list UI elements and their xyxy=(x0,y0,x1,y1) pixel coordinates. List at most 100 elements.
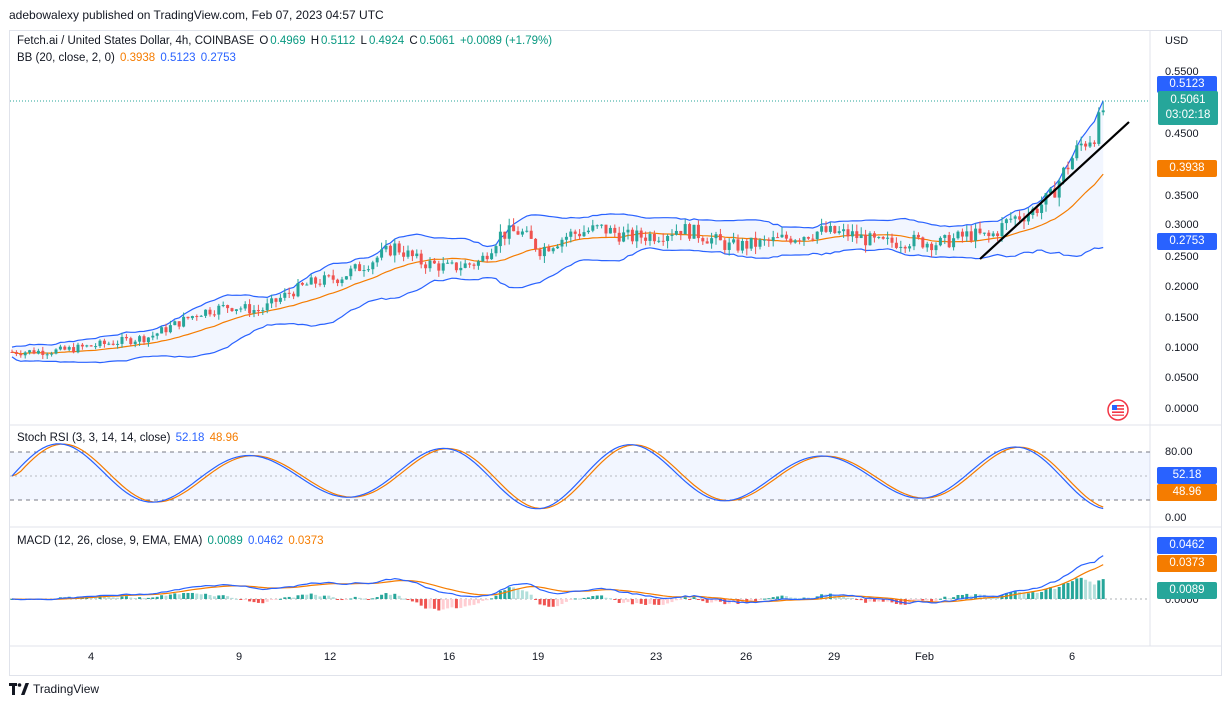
price-tick: 0.4500 xyxy=(1165,128,1199,140)
macd-hist-bar xyxy=(850,597,854,599)
price-tick: 0.2000 xyxy=(1165,281,1199,293)
macd-hist-bar xyxy=(696,599,700,600)
macd-hist-bar xyxy=(648,599,652,604)
brand-name[interactable]: TradingView xyxy=(33,682,99,696)
footer: TradingView xyxy=(9,682,99,696)
stoch-tick: 0.00 xyxy=(1165,512,1187,524)
time-tick: 16 xyxy=(443,651,456,663)
macd-hist-bar xyxy=(485,599,489,601)
macd-hist-bar xyxy=(921,599,925,601)
macd-hist-bar xyxy=(934,599,938,601)
macd-hist-bar xyxy=(124,596,128,599)
macd-hist-bar xyxy=(666,599,670,604)
macd-hist-bar xyxy=(595,595,599,599)
macd-hist-bar xyxy=(652,599,656,605)
macd-hist-bar xyxy=(305,594,309,599)
macd-hist-bar xyxy=(1075,578,1079,599)
candle xyxy=(388,244,392,257)
stoch-rsi-pane[interactable] xyxy=(10,443,1150,510)
macd-hist-bar xyxy=(1044,589,1048,599)
bb-lower-tag: 0.2753 xyxy=(1157,233,1217,250)
macd-hist-bar xyxy=(173,593,177,599)
macd-hist-bar xyxy=(160,595,164,599)
macd-hist-bar xyxy=(318,596,322,599)
macd-hist-bar xyxy=(916,599,920,600)
macd-hist-bar xyxy=(261,599,265,604)
macd-hist-bar xyxy=(657,599,661,605)
macd-hist-bar xyxy=(375,597,379,599)
time-tick: 4 xyxy=(88,651,95,663)
macd-hist-bar xyxy=(771,597,775,599)
macd-hist-bar xyxy=(138,597,142,599)
macd-hist-bar xyxy=(155,596,159,599)
currency-label[interactable]: USD xyxy=(1165,35,1188,47)
macd-hist-bar xyxy=(419,599,423,606)
macd-hist-bar xyxy=(1088,581,1092,599)
macd-hist-bar xyxy=(859,599,863,601)
macd-hist-bar xyxy=(758,599,762,600)
macd-hist-bar xyxy=(186,592,190,599)
macd-hist-bar xyxy=(226,596,230,599)
macd-hist-bar xyxy=(256,599,260,603)
macd-hist-bar xyxy=(437,599,441,611)
time-tick: 23 xyxy=(650,651,663,663)
macd-hist-bar xyxy=(683,597,687,599)
macd-hist-bar xyxy=(314,594,318,599)
macd-hist-bar xyxy=(142,598,146,600)
macd-hist-bar xyxy=(1048,587,1052,599)
macd-hist-bar xyxy=(617,599,621,603)
macd-hist-bar xyxy=(221,595,225,599)
macd-hist-bar xyxy=(762,598,766,600)
price-pane[interactable] xyxy=(10,100,1150,364)
bb-basis-tag: 0.3938 xyxy=(1157,160,1217,177)
macd-hist-bar xyxy=(199,594,203,599)
macd-hist-bar xyxy=(622,599,626,603)
us-flag-icon[interactable] xyxy=(1107,399,1129,421)
macd-hist-bar xyxy=(674,599,678,601)
macd-hist-bar xyxy=(1084,579,1088,599)
macd-pane[interactable] xyxy=(10,555,1150,611)
macd-hist-bar xyxy=(278,598,282,600)
macd-hist-bar xyxy=(331,597,335,599)
macd-hist-bar xyxy=(767,598,771,600)
macd-hist-bar xyxy=(630,599,634,605)
macd-hist-bar xyxy=(371,598,375,600)
macd-hist-bar xyxy=(604,597,608,599)
macd-hist-bar xyxy=(322,595,326,599)
macd-hist-bar xyxy=(393,593,397,599)
macd-hist-bar xyxy=(362,598,366,600)
price-tick: 0.1500 xyxy=(1165,312,1199,324)
time-tick: 12 xyxy=(324,651,337,663)
macd-hist-bar xyxy=(270,599,274,600)
macd-hist-bar xyxy=(212,596,216,599)
macd-hist-bar xyxy=(1022,593,1026,599)
macd-hist-bar xyxy=(952,597,956,599)
macd-hist-bar xyxy=(309,593,313,599)
macd-hist-bar xyxy=(569,599,573,600)
macd-hist-bar xyxy=(366,599,370,600)
macd-hist-bar xyxy=(776,596,780,599)
macd-hist-bar xyxy=(287,596,291,599)
macd-hist-bar xyxy=(525,591,529,599)
price-tick: 0.0500 xyxy=(1165,372,1199,384)
macd-hist-bar xyxy=(1057,586,1061,599)
macd-hist-bar xyxy=(182,592,186,599)
macd-hist-bar xyxy=(265,599,269,602)
macd-hist-bar xyxy=(520,590,524,599)
macd-hist-bar xyxy=(547,599,551,607)
macd-hist-bar xyxy=(446,599,450,609)
macd-hist-bar xyxy=(432,599,436,609)
macd-hist-bar xyxy=(344,599,348,601)
macd-hist-bar xyxy=(292,597,296,599)
macd-hist-bar xyxy=(234,598,238,600)
macd-signal-tag: 0.0373 xyxy=(1157,555,1217,572)
macd-hist-bar xyxy=(208,595,212,599)
current-price-value: 0.5061 xyxy=(1170,94,1206,106)
macd-hist-bar xyxy=(644,599,648,605)
tradingview-logo-icon xyxy=(9,683,29,695)
macd-hist-bar xyxy=(252,599,256,603)
chart-canvas[interactable] xyxy=(0,0,1232,707)
macd-hist-bar xyxy=(195,593,199,599)
macd-hist-bar xyxy=(591,596,595,599)
macd-hist-bar xyxy=(749,599,753,601)
